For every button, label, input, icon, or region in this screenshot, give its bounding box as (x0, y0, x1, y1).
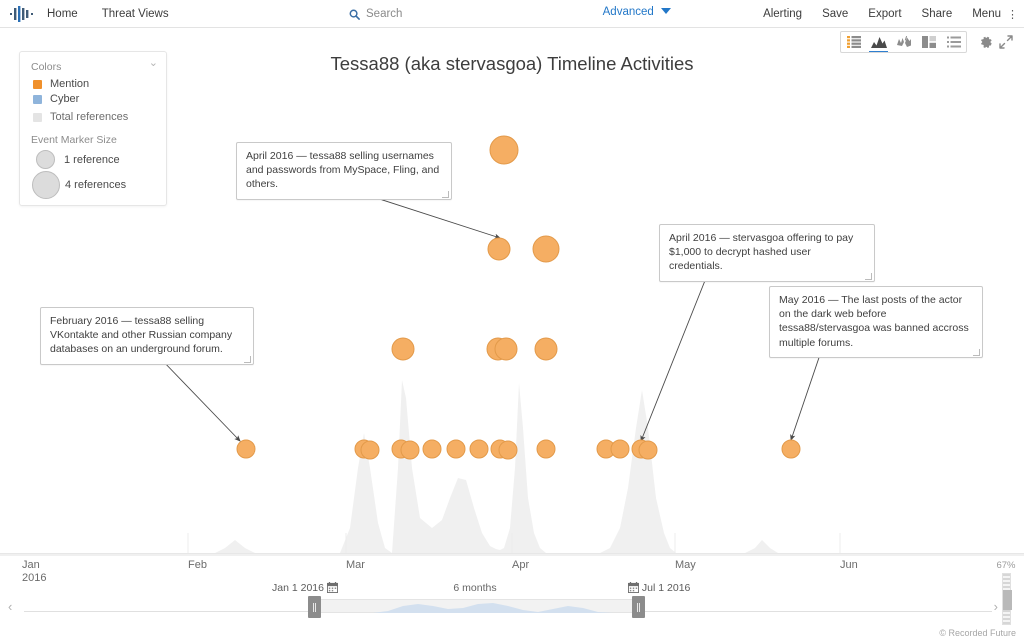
callout-arrows (159, 182, 827, 442)
range-start-label-group[interactable]: Jan 1 2016 (272, 582, 338, 594)
kebab-menu-icon[interactable]: ⋮ (1007, 8, 1018, 21)
time-range-selector[interactable]: ‹ › Jan 1 2016 6 months Jul 1 2016 (0, 582, 1024, 624)
callout-text: April 2016 — stervasgoa offering to pay … (669, 232, 854, 273)
zoom-percent-label: 67% (996, 560, 1016, 571)
calendar-icon-end[interactable] (628, 582, 639, 593)
axis-tick-label: May (675, 559, 696, 571)
event-marker[interactable] (532, 235, 560, 263)
event-marker[interactable] (638, 440, 658, 460)
search-icon (349, 9, 360, 20)
zoom-control[interactable]: 67% (995, 560, 1017, 625)
nav-item-home[interactable]: Home (42, 5, 83, 23)
event-marker[interactable] (360, 440, 380, 460)
event-marker[interactable] (494, 337, 518, 361)
nav-left-group: Home Threat Views (0, 5, 174, 23)
nav-right-group: Alerting Save Export Share Menu ⋮ (748, 0, 1018, 28)
callout-april-decrypt[interactable]: April 2016 — stervasgoa offering to pay … (659, 224, 875, 282)
event-marker[interactable] (446, 439, 466, 459)
search-bar[interactable]: Advanced (349, 4, 671, 24)
resize-grip-icon[interactable] (442, 190, 449, 198)
copyright-text: © Recorded Future (939, 628, 1016, 638)
event-marker[interactable] (489, 135, 519, 165)
callout-arrow (159, 357, 241, 442)
nav-item-alerting[interactable]: Alerting (758, 5, 807, 23)
nav-item-menu[interactable]: Menu (967, 5, 1006, 23)
range-selected-window[interactable] (313, 599, 643, 613)
nav-item-save[interactable]: Save (817, 5, 853, 23)
advanced-search-toggle[interactable]: Advanced (603, 6, 671, 18)
range-handle-start[interactable] (308, 596, 321, 618)
range-start-label: Jan 1 2016 (272, 582, 324, 594)
chevron-down-icon (661, 8, 671, 14)
nav-item-export[interactable]: Export (863, 5, 906, 23)
axis-tick-label: Feb (188, 559, 207, 571)
range-end-label: Jul 1 2016 (641, 582, 691, 594)
axis-tick-label: Jan (22, 559, 40, 571)
event-marker[interactable] (391, 337, 415, 361)
event-marker[interactable] (536, 439, 556, 459)
event-marker[interactable] (610, 439, 630, 459)
event-marker[interactable] (487, 237, 511, 261)
total-references-area-path (0, 380, 1024, 556)
event-marker[interactable] (469, 439, 489, 459)
event-marker[interactable] (781, 439, 801, 459)
axis-tick-jun: Jun (840, 559, 858, 572)
callout-text: February 2016 — tessa88 selling VKontakt… (50, 315, 233, 356)
event-marker[interactable] (400, 440, 420, 460)
time-axis: Jan 2016 Feb Mar Apr May Jun (0, 553, 1024, 585)
recorded-future-logo-icon[interactable] (9, 5, 35, 22)
callout-february-vkontakte[interactable]: February 2016 — tessa88 selling VKontakt… (40, 307, 254, 365)
callout-arrow (640, 262, 713, 442)
axis-tick-label: Mar (346, 559, 365, 571)
top-navigation-bar: Home Threat Views Advanced Alerting Save… (0, 0, 1024, 28)
axis-tick-jan: Jan 2016 (22, 559, 46, 585)
event-marker[interactable] (534, 337, 558, 361)
range-preview-sparkline (313, 603, 643, 613)
event-marker[interactable] (236, 439, 256, 459)
axis-tick-sublabel: 2016 (22, 572, 47, 584)
range-handle-end[interactable] (632, 596, 645, 618)
axis-tick-mar: Mar (346, 559, 365, 572)
callout-may-last-posts[interactable]: May 2016 — The last posts of the actor o… (769, 286, 983, 358)
axis-tick-may: May (675, 559, 696, 572)
event-marker[interactable] (422, 439, 442, 459)
nav-item-threat-views[interactable]: Threat Views (97, 5, 174, 23)
timeline-app: Home Threat Views Advanced Alerting Save… (0, 0, 1024, 640)
callout-april-usernames[interactable]: April 2016 — tessa88 selling usernames a… (236, 142, 452, 200)
resize-grip-icon[interactable] (973, 348, 980, 356)
callout-text: April 2016 — tessa88 selling usernames a… (246, 150, 440, 191)
search-input[interactable] (364, 7, 554, 21)
chevron-left-icon[interactable]: ‹ (8, 599, 12, 614)
advanced-search-label: Advanced (602, 6, 654, 18)
total-references-area (0, 380, 1024, 556)
axis-tick-label: Jun (840, 559, 858, 571)
resize-grip-icon[interactable] (865, 272, 872, 280)
callout-text: May 2016 — The last posts of the actor o… (779, 294, 969, 349)
axis-tick-label: Apr (512, 559, 530, 571)
resize-grip-icon[interactable] (244, 355, 251, 363)
calendar-icon[interactable] (326, 582, 338, 593)
axis-tick-apr: Apr (512, 559, 529, 572)
nav-item-share[interactable]: Share (917, 5, 958, 23)
zoom-slider[interactable] (1001, 573, 1012, 625)
range-duration-label: 6 months (453, 582, 497, 594)
axis-tick-feb: Feb (188, 559, 207, 572)
zoom-slider-thumb[interactable] (1002, 590, 1012, 610)
range-end-label-group[interactable]: Jul 1 2016 (628, 582, 690, 594)
event-marker[interactable] (498, 440, 518, 460)
